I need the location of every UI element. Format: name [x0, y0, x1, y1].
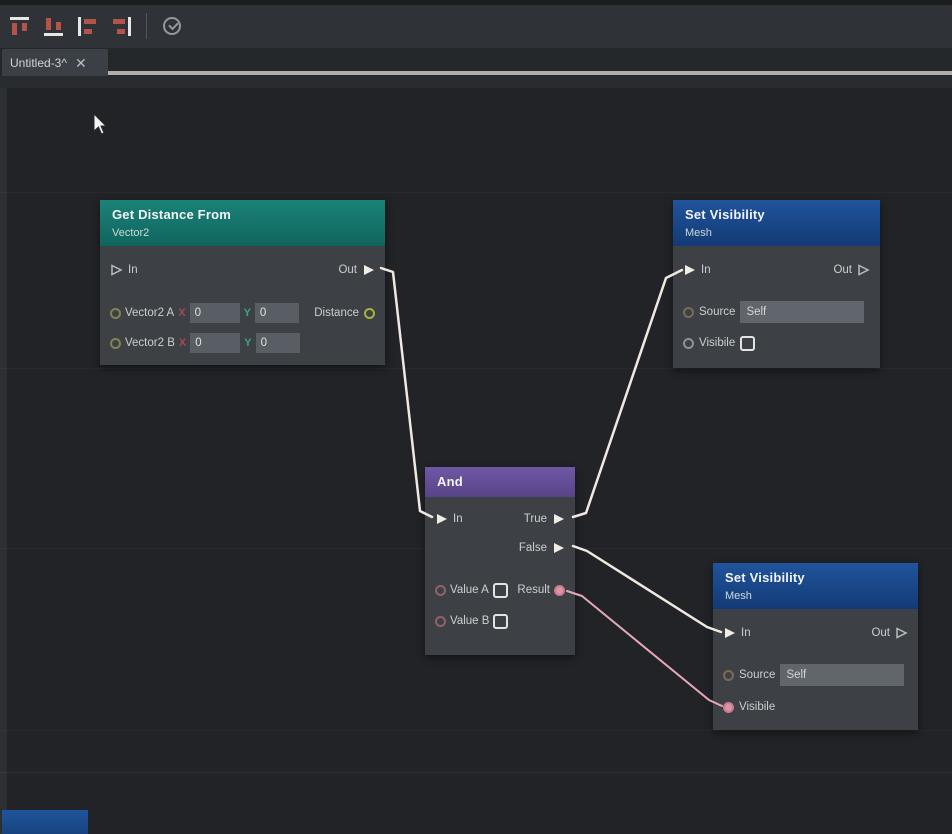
exec-in-port[interactable] [435, 513, 448, 525]
exec-in-label: In [453, 513, 463, 525]
align-top-icon [10, 17, 29, 36]
tab-label: Untitled-3^ [10, 56, 67, 70]
align-left-icon [78, 17, 97, 36]
check-circle-icon [163, 17, 181, 35]
align-bottom-icon [44, 17, 63, 36]
exec-in-label: In [701, 264, 711, 276]
vector2-b-label: Vector2 B [125, 337, 175, 349]
value-b-label: Value B [450, 615, 489, 627]
node-header[interactable]: Get Distance From Vector2 [100, 200, 385, 246]
align-left-button[interactable] [74, 12, 100, 40]
false-label: False [519, 542, 547, 554]
grid-line [0, 772, 952, 773]
exec-out-port[interactable] [857, 264, 870, 276]
false-port[interactable] [552, 542, 565, 554]
y-axis-label: Y [244, 337, 251, 349]
visible-checkbox[interactable] [740, 336, 755, 351]
node-header[interactable]: Set Visibility Mesh [713, 563, 918, 609]
validate-button[interactable] [159, 12, 185, 40]
value-b-port[interactable] [435, 616, 446, 627]
node-set-visibility-top[interactable]: Set Visibility Mesh In Out Source Self [673, 200, 880, 368]
value-a-checkbox[interactable] [493, 583, 508, 598]
tab-bar: Untitled-3^ ✕ [0, 48, 952, 76]
exec-out-port[interactable] [362, 264, 375, 276]
vector2-a-label: Vector2 A [125, 307, 174, 319]
distance-port[interactable] [364, 308, 375, 319]
canvas-left-edge [0, 88, 7, 834]
grid-line [0, 192, 952, 193]
visible-label: Visibile [699, 337, 735, 349]
exec-in-label: In [741, 627, 751, 639]
vector2-b-x-input[interactable]: 0 [190, 333, 240, 353]
partial-node-header[interactable] [2, 810, 88, 834]
exec-in-port[interactable] [110, 264, 123, 276]
tab-bar-lower-gap [0, 76, 952, 88]
node-subtitle: Vector2 [112, 227, 373, 239]
node-set-visibility-bottom[interactable]: Set Visibility Mesh In Out Source Self [713, 563, 918, 730]
node-get-distance-from[interactable]: Get Distance From Vector2 In Out Vector2… [100, 200, 385, 365]
distance-label: Distance [314, 307, 359, 319]
align-right-icon [112, 17, 131, 36]
source-label: Source [739, 669, 775, 681]
vector2-a-y-input[interactable]: 0 [255, 303, 299, 323]
visual-script-editor: Untitled-3^ ✕ Get Distance From Vector2 … [0, 0, 952, 834]
mouse-cursor [93, 114, 109, 136]
value-a-port[interactable] [435, 585, 446, 596]
visible-port[interactable] [683, 338, 694, 349]
exec-out-label: Out [338, 264, 357, 276]
node-title: Get Distance From [112, 207, 373, 222]
vector2-b-port[interactable] [110, 338, 121, 349]
x-axis-label: X [178, 307, 185, 319]
exec-in-label: In [128, 264, 138, 276]
true-port[interactable] [552, 513, 565, 525]
exec-out-label: Out [833, 264, 852, 276]
result-label: Result [517, 584, 550, 596]
vector2-b-y-input[interactable]: 0 [256, 333, 300, 353]
node-header[interactable]: And [425, 467, 575, 497]
x-axis-label: X [179, 337, 186, 349]
value-b-checkbox[interactable] [493, 614, 508, 629]
toolbar [0, 0, 952, 48]
vector2-a-port[interactable] [110, 308, 121, 319]
result-port[interactable] [554, 585, 565, 596]
node-subtitle: Mesh [685, 227, 868, 239]
align-right-button[interactable] [108, 12, 134, 40]
exec-in-port[interactable] [683, 264, 696, 276]
node-header[interactable]: Set Visibility Mesh [673, 200, 880, 246]
tab-bar-strip [108, 71, 952, 75]
grid-line [0, 368, 952, 369]
source-label: Source [699, 306, 735, 318]
toolbar-top-strip [0, 0, 952, 5]
y-axis-label: Y [244, 307, 251, 319]
node-title: Set Visibility [685, 207, 868, 222]
tab-close-icon[interactable]: ✕ [75, 56, 87, 70]
tab-untitled-3[interactable]: Untitled-3^ ✕ [2, 49, 108, 76]
align-bottom-button[interactable] [40, 12, 66, 40]
toolbar-separator [146, 13, 147, 39]
node-subtitle: Mesh [725, 590, 906, 602]
exec-out-port[interactable] [895, 627, 908, 639]
source-field[interactable]: Self [740, 301, 864, 323]
align-top-button[interactable] [6, 12, 32, 40]
node-title: And [437, 474, 563, 489]
grid-line [0, 730, 952, 731]
node-and[interactable]: And In True False Value A [425, 467, 575, 655]
value-a-label: Value A [450, 584, 489, 596]
visible-label: Visibile [739, 701, 775, 713]
source-port[interactable] [723, 670, 734, 681]
exec-out-label: Out [871, 627, 890, 639]
visible-port[interactable] [723, 702, 734, 713]
true-label: True [524, 513, 547, 525]
source-field[interactable]: Self [780, 664, 904, 686]
node-title: Set Visibility [725, 570, 906, 585]
vector2-a-x-input[interactable]: 0 [190, 303, 240, 323]
exec-in-port[interactable] [723, 627, 736, 639]
source-port[interactable] [683, 307, 694, 318]
